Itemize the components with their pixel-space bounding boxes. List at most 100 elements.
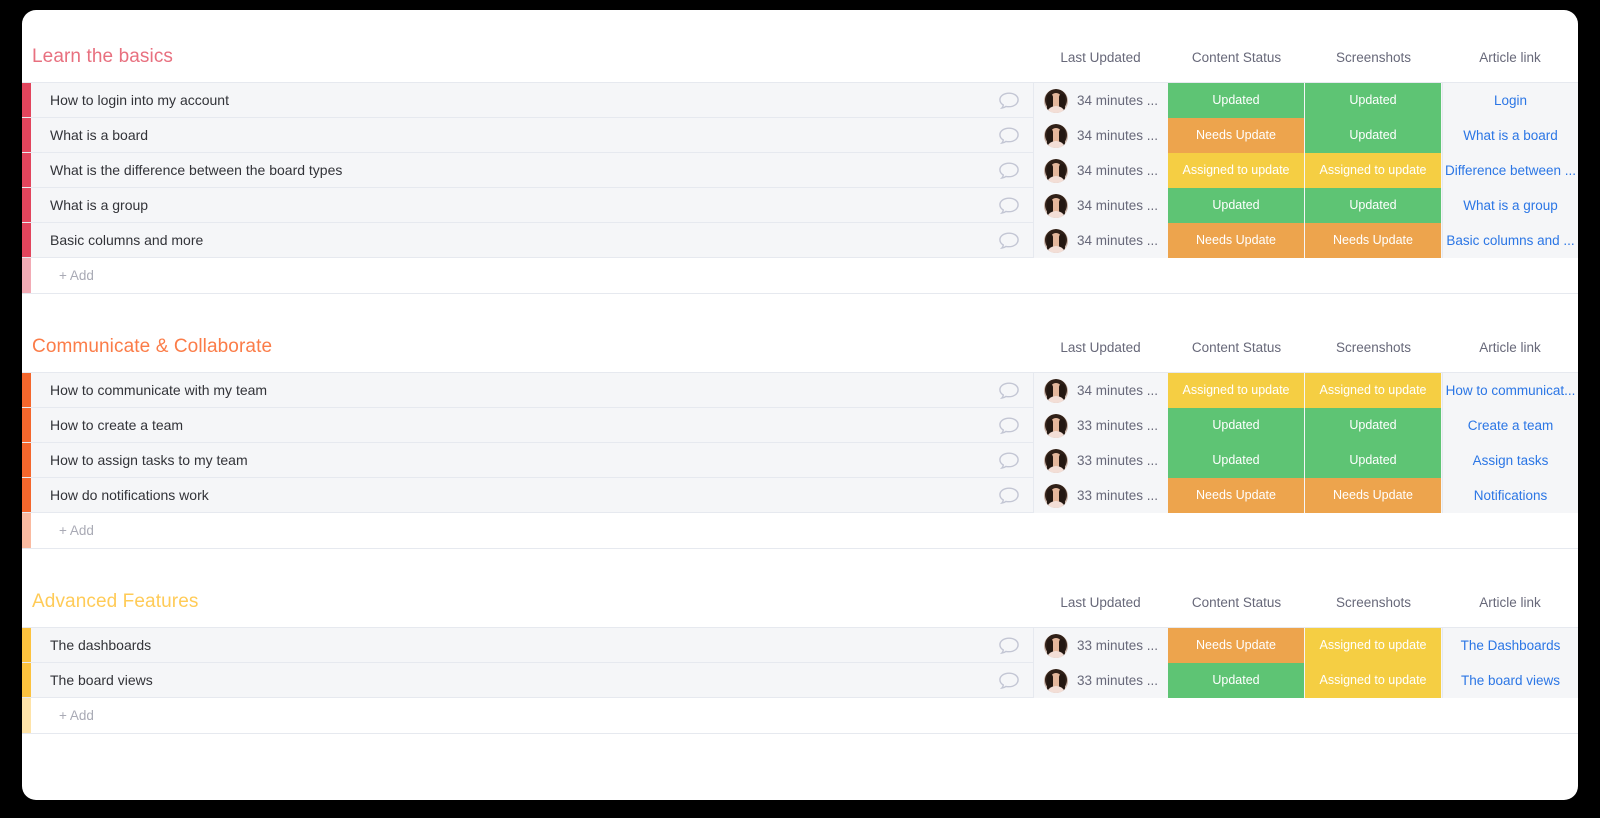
row-comment-cell[interactable] [985,188,1033,223]
screenshots-status-cell[interactable]: Assigned to update [1305,153,1442,188]
content-status-cell[interactable]: Updated [1168,443,1305,478]
article-link-text[interactable]: Notifications [1474,488,1548,503]
comment-bubble-icon[interactable] [985,188,1033,223]
comment-bubble-icon[interactable] [985,118,1033,153]
table-row[interactable]: How to communicate with my team 34 minute… [22,373,1578,408]
row-title[interactable]: Basic columns and more [50,223,203,258]
column-header-article-link[interactable]: Article link [1442,338,1578,358]
article-link-text[interactable]: What is a board [1463,128,1558,143]
table-row[interactable]: What is a group 34 minutes ... Updated Upda… [22,188,1578,223]
article-link-text[interactable]: What is a group [1463,198,1558,213]
article-link-cell[interactable]: What is a board [1442,118,1578,153]
table-row[interactable]: How do notifications work 33 minutes ... N… [22,478,1578,513]
article-link-cell[interactable]: How to communicat... [1442,373,1578,408]
table-row[interactable]: What is the difference between the board… [22,153,1578,188]
comment-bubble-icon[interactable] [985,153,1033,188]
article-link-cell[interactable]: What is a group [1442,188,1578,223]
last-updated-cell[interactable]: 34 minutes ... [1033,153,1168,188]
add-item-label[interactable]: + Add [59,513,94,549]
table-row[interactable]: How to login into my account 34 minutes .… [22,83,1578,118]
content-status-cell[interactable]: Needs Update [1168,628,1305,663]
article-link-cell[interactable]: Login [1442,83,1578,118]
article-link-cell[interactable]: Notifications [1442,478,1578,513]
content-status-cell[interactable]: Updated [1168,83,1305,118]
article-link-text[interactable]: The board views [1461,673,1560,688]
article-link-cell[interactable]: The Dashboards [1442,628,1578,663]
content-status-cell[interactable]: Updated [1168,408,1305,443]
add-item-row[interactable]: + Add [22,698,1578,734]
last-updated-cell[interactable]: 33 minutes ... [1033,478,1168,513]
column-header-article-link[interactable]: Article link [1442,593,1578,613]
row-comment-cell[interactable] [985,443,1033,478]
table-row[interactable]: How to assign tasks to my team 33 minutes… [22,443,1578,478]
table-row[interactable]: The board views 33 minutes ... Updated Assi… [22,663,1578,698]
screenshots-status-cell[interactable]: Assigned to update [1305,663,1442,698]
group-title[interactable]: Communicate & Collaborate [32,334,272,360]
screenshots-status-cell[interactable]: Assigned to update [1305,628,1442,663]
table-row[interactable]: The dashboards 33 minutes ... Needs Update… [22,628,1578,663]
comment-bubble-icon[interactable] [985,373,1033,408]
comment-bubble-icon[interactable] [985,408,1033,443]
screenshots-status-cell[interactable]: Assigned to update [1305,373,1442,408]
row-comment-cell[interactable] [985,408,1033,443]
row-title[interactable]: What is the difference between the board… [50,153,342,188]
comment-bubble-icon[interactable] [985,628,1033,663]
row-title[interactable]: How to login into my account [50,83,229,118]
screenshots-status-cell[interactable]: Updated [1305,118,1442,153]
article-link-text[interactable]: Difference between ... [1445,163,1576,178]
row-comment-cell[interactable] [985,223,1033,258]
article-link-text[interactable]: Create a team [1468,418,1554,433]
content-status-cell[interactable]: Needs Update [1168,118,1305,153]
add-item-row[interactable]: + Add [22,513,1578,549]
article-link-cell[interactable]: Assign tasks [1442,443,1578,478]
content-status-cell[interactable]: Updated [1168,188,1305,223]
table-row[interactable]: Basic columns and more 34 minutes ... Need… [22,223,1578,258]
content-status-cell[interactable]: Needs Update [1168,478,1305,513]
screenshots-status-cell[interactable]: Needs Update [1305,478,1442,513]
add-item-row[interactable]: + Add [22,258,1578,294]
row-comment-cell[interactable] [985,83,1033,118]
article-link-text[interactable]: How to communicat... [1446,383,1576,398]
article-link-text[interactable]: The Dashboards [1461,638,1561,653]
column-header-screenshots[interactable]: Screenshots [1305,338,1442,358]
column-header-screenshots[interactable]: Screenshots [1305,48,1442,68]
row-title[interactable]: How to communicate with my team [50,373,267,408]
add-item-label[interactable]: + Add [59,698,94,734]
row-title[interactable]: How to create a team [50,408,183,443]
article-link-cell[interactable]: The board views [1442,663,1578,698]
row-comment-cell[interactable] [985,663,1033,698]
row-comment-cell[interactable] [985,478,1033,513]
screenshots-status-cell[interactable]: Updated [1305,83,1442,118]
row-title[interactable]: How to assign tasks to my team [50,443,248,478]
screenshots-status-cell[interactable]: Updated [1305,408,1442,443]
table-row[interactable]: What is a board 34 minutes ... Needs Updat… [22,118,1578,153]
article-link-text[interactable]: Basic columns and ... [1446,233,1574,248]
row-comment-cell[interactable] [985,118,1033,153]
table-row[interactable]: How to create a team 33 minutes ... Update… [22,408,1578,443]
column-header-content-status[interactable]: Content Status [1168,593,1305,613]
row-title[interactable]: What is a group [50,188,148,223]
last-updated-cell[interactable]: 34 minutes ... [1033,373,1168,408]
column-header-content-status[interactable]: Content Status [1168,48,1305,68]
row-title[interactable]: The dashboards [50,628,151,663]
column-header-last-updated[interactable]: Last Updated [1033,338,1168,358]
screenshots-status-cell[interactable]: Needs Update [1305,223,1442,258]
last-updated-cell[interactable]: 33 minutes ... [1033,408,1168,443]
article-link-cell[interactable]: Basic columns and ... [1442,223,1578,258]
column-header-article-link[interactable]: Article link [1442,48,1578,68]
article-link-text[interactable]: Login [1494,93,1527,108]
screenshots-status-cell[interactable]: Updated [1305,188,1442,223]
last-updated-cell[interactable]: 33 minutes ... [1033,443,1168,478]
last-updated-cell[interactable]: 34 minutes ... [1033,188,1168,223]
group-title[interactable]: Advanced Features [32,589,198,615]
column-header-last-updated[interactable]: Last Updated [1033,48,1168,68]
column-header-last-updated[interactable]: Last Updated [1033,593,1168,613]
group-title[interactable]: Learn the basics [32,44,173,70]
column-header-content-status[interactable]: Content Status [1168,338,1305,358]
article-link-cell[interactable]: Difference between ... [1442,153,1578,188]
row-title[interactable]: The board views [50,663,153,698]
content-status-cell[interactable]: Assigned to update [1168,153,1305,188]
comment-bubble-icon[interactable] [985,223,1033,258]
last-updated-cell[interactable]: 34 minutes ... [1033,118,1168,153]
column-header-screenshots[interactable]: Screenshots [1305,593,1442,613]
